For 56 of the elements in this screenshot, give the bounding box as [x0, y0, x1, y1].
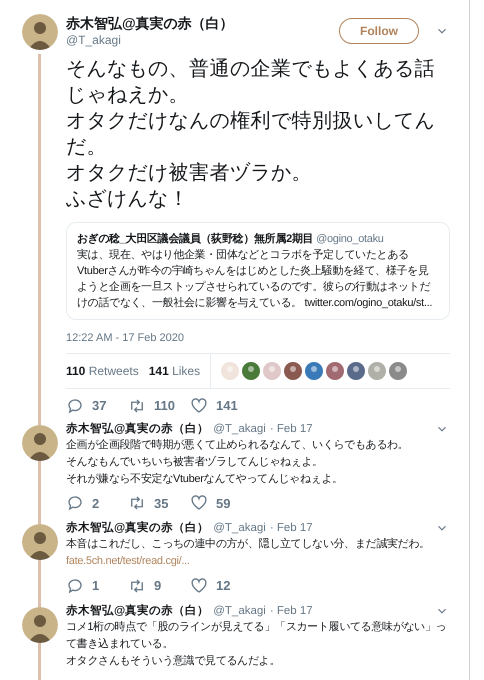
- avatar[interactable]: [22, 606, 58, 642]
- quoted-tweet-card[interactable]: おぎの稔_大田区議会議員（荻野稔）無所属2期目 @ogino_otaku 実は、現在、やはり他企業・団体などとコラボを予定していたとあるVtuberさんが昨今の宇崎ちゃんをはじめとした炎上騒動を経て、様子を見ようと企画を一旦ストップさせられているのです。彼らの行動はネットだけの話でなく、一般社会に影響を与えている。 twitter.com/ogino_otaku/st...: [66, 222, 450, 320]
- like-count: 12: [216, 577, 230, 595]
- username[interactable]: @T_akagi: [213, 520, 266, 536]
- tweet-text: オタクだけなんの権利で特別扱いしてんだ。: [66, 109, 436, 160]
- avatar[interactable]: [22, 424, 58, 460]
- tweet-text: それが嫌なら不安定なVtuberなんてやってんじゃねぇよ。: [66, 472, 344, 486]
- like-icon[interactable]: [190, 576, 208, 595]
- liker-avatar[interactable]: [284, 362, 302, 380]
- tweet-date[interactable]: · Feb 17: [270, 520, 313, 536]
- like-icon[interactable]: [190, 494, 208, 512]
- quoted-tweet-text: 実は、現在、やはり他企業・団体などとコラボを予定していたとあるVtuberさんが昨今の宇崎ちゃんをはじめとした炎上騒動を経て、様子を見ようと企画を一旦ストップさせられているのです。彼らの行動はネットだけの話でなく、一般社会に影響を与えている。 twitter.com/ogino_otaku/st...: [77, 248, 434, 311]
- retweet-count: 110: [154, 396, 175, 415]
- reply-icon[interactable]: [66, 396, 84, 414]
- tweet-text: 企画が企画段階で時期が悪くて止められるなんて、いくらでもあるわ。: [66, 438, 410, 452]
- reply-icon[interactable]: [66, 576, 84, 595]
- liker-avatar[interactable]: [389, 362, 408, 380]
- tweet-text: そんなもんでいちいち被害者ヅラしてんじゃねぇよ。: [66, 454, 324, 470]
- timestamp[interactable]: 12:22 AM - 17 Feb 2020: [66, 330, 449, 346]
- retweet-count: 35: [154, 494, 168, 512]
- link[interactable]: fate.5ch.net/test/read.cgi/...: [66, 553, 456, 570]
- reply-icon[interactable]: [66, 494, 84, 512]
- like-icon[interactable]: [190, 396, 208, 414]
- retweet-icon[interactable]: [128, 396, 146, 414]
- follow-button[interactable]: Follow: [339, 18, 419, 44]
- liker-avatar[interactable]: [347, 362, 366, 380]
- liker-avatar[interactable]: [326, 362, 344, 380]
- tweet-date[interactable]: · Feb 17: [270, 602, 313, 618]
- liker-avatar[interactable]: [242, 362, 260, 380]
- retweet-count: 9: [154, 577, 162, 595]
- like-count: 141: [216, 396, 238, 415]
- retweets-stat[interactable]: 110 Retweets: [66, 362, 139, 380]
- display-name[interactable]: 赤木智弘@真実の赤（白）: [66, 520, 210, 536]
- username[interactable]: @T_akagi: [213, 420, 266, 436]
- tweet-text: コメ1桁の時点で「股のラインが見えてる」「スカート履いてる意味がない」って書き込まれている。: [66, 620, 448, 652]
- liker-avatar[interactable]: [305, 362, 324, 380]
- display-name[interactable]: 赤木智弘@真実の赤（白）: [66, 420, 210, 436]
- quoted-tweet-author: おぎの稔_大田区議会議員（荻野稔）無所属2期目 @ogino_otaku: [77, 232, 385, 247]
- reply-count: 2: [92, 494, 100, 512]
- likes-stat[interactable]: 141 Likes: [148, 362, 200, 380]
- tweet-text: オタクだけ被害者ヅラか。: [66, 161, 313, 186]
- tweet-text: 本音はこれだし、こっちの連中の方が、隠し立てしない分、まだ誠実だわ。: [66, 536, 431, 552]
- avatar[interactable]: [22, 14, 58, 50]
- like-count: 59: [216, 494, 230, 512]
- tweet-date[interactable]: · Feb 17: [270, 420, 313, 436]
- tweet-text: ふざけんな！: [66, 187, 190, 212]
- retweet-icon[interactable]: [128, 576, 146, 595]
- username[interactable]: @T_akagi: [213, 602, 266, 618]
- reply-count: 37: [92, 396, 106, 415]
- display-name[interactable]: 赤木智弘@真実の赤（白）: [66, 14, 339, 32]
- tweet-text: オタクさんもそういう意識で見てるんだよ。: [66, 654, 282, 668]
- reply-count: 1: [92, 577, 100, 595]
- username[interactable]: @T_akagi: [66, 32, 339, 48]
- display-name[interactable]: 赤木智弘@真実の赤（白）: [66, 602, 210, 618]
- avatar[interactable]: [22, 524, 58, 560]
- tweet-text: そんなもの、普通の企業でもよくある話じゃねえか。: [66, 57, 436, 108]
